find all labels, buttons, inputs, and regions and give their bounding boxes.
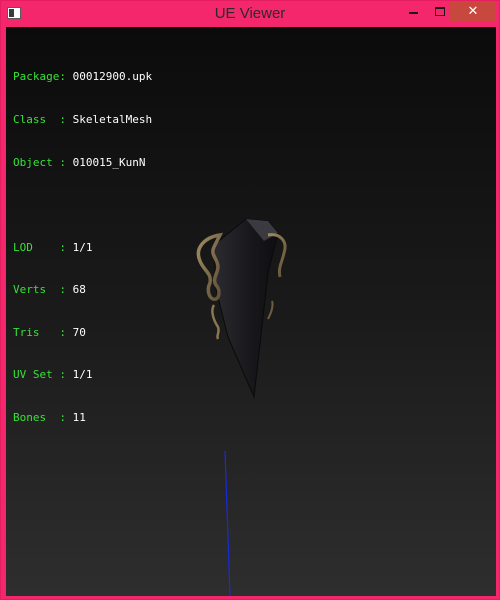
mesh-render: [196, 218, 287, 596]
title-bar[interactable]: UE Viewer ✕: [1, 1, 499, 27]
close-button[interactable]: ✕: [450, 1, 496, 21]
axis-line-z: [224, 450, 231, 596]
app-window: UE Viewer ✕ Package: 00012900.upk Class …: [0, 0, 500, 600]
3d-viewport[interactable]: Package: 00012900.upk Class : SkeletalMe…: [6, 27, 496, 596]
maximize-button[interactable]: [426, 1, 453, 21]
close-icon: ✕: [467, 3, 479, 19]
maximize-icon: [434, 6, 445, 16]
minimize-icon: [409, 12, 418, 14]
skeletal-mesh: [196, 218, 287, 399]
minimize-button[interactable]: [400, 1, 427, 21]
